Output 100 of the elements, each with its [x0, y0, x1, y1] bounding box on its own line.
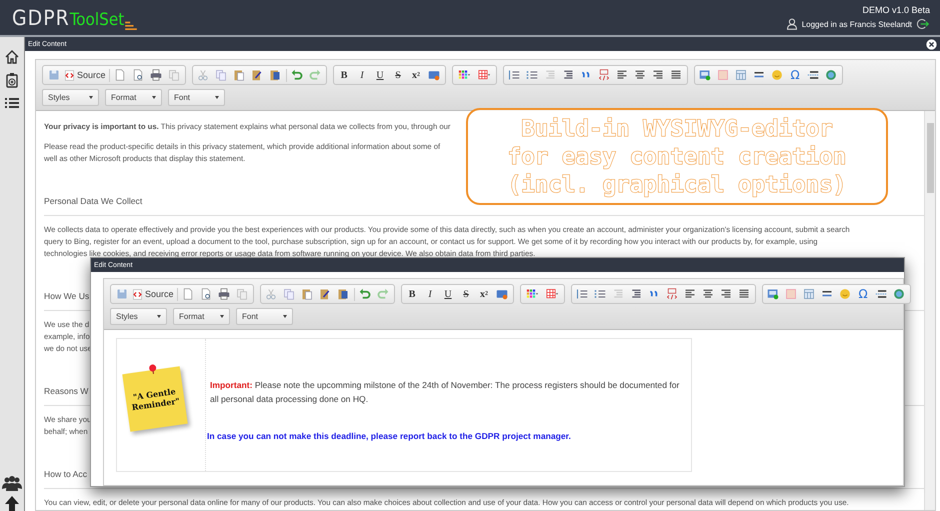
table-dropdown-icon [476, 69, 493, 81]
redo-icon [377, 288, 390, 300]
templates-icon [236, 288, 248, 300]
section-heading: How We Us [44, 291, 90, 301]
source-icon [132, 288, 143, 300]
logout-icon [916, 18, 930, 30]
undo-button[interactable] [358, 286, 373, 302]
source-icon [64, 70, 75, 80]
callout-text: Build-in WYSIWYG-editor for easy content creation (incl. graphical options) [508, 114, 846, 198]
save-icon [48, 69, 60, 81]
version-label: DEMO v1.0 Beta [862, 5, 930, 15]
caret-icon [157, 315, 161, 318]
outdent-icon [612, 288, 624, 300]
underline-button[interactable]: U [372, 68, 388, 82]
superscript-button[interactable]: x$^{2}$ [408, 68, 424, 82]
bold-button[interactable]: B [336, 68, 352, 82]
image-button[interactable] [766, 286, 781, 302]
align-center-icon [634, 69, 646, 81]
dropdown[interactable]: Format [173, 308, 230, 325]
clipboard-plus-icon [4, 72, 20, 88]
italic-button[interactable]: I [354, 68, 370, 82]
undo-icon [291, 69, 304, 81]
undo-button[interactable] [290, 68, 305, 82]
align-center-icon [702, 288, 714, 300]
copy-icon [215, 69, 228, 81]
outdent-icon [544, 69, 556, 81]
caret-icon [283, 315, 287, 318]
paste-icon [301, 288, 314, 300]
new-page-icon [182, 288, 194, 300]
numbered-list-button[interactable] [574, 286, 590, 302]
source-button[interactable]: Source [64, 68, 106, 82]
section-heading: Reasons W [44, 386, 88, 396]
special-character-button[interactable]: Ω [856, 286, 871, 302]
dropdown[interactable]: Styles [42, 89, 99, 106]
scrollbar[interactable] [924, 111, 935, 510]
justify-icon [670, 69, 682, 81]
user-icon [786, 18, 798, 30]
dropdown[interactable]: Font [236, 308, 293, 325]
image-button[interactable] [698, 68, 713, 82]
dropdown[interactable]: Format [105, 89, 162, 106]
remove-format-icon [496, 288, 508, 300]
print-button[interactable] [216, 286, 232, 302]
cut-icon [265, 288, 278, 300]
table-icon [803, 288, 816, 300]
paste-text-icon [251, 69, 264, 81]
strikethrough-button[interactable]: S [458, 286, 474, 302]
caret-icon [220, 315, 224, 318]
superscript-button[interactable]: x$^{2}$ [476, 286, 492, 302]
pushpin-icon [147, 363, 158, 375]
undo-icon [359, 288, 372, 300]
align-right-icon [652, 69, 664, 81]
paste-word-icon [337, 288, 350, 300]
paste-text-icon [319, 288, 332, 300]
print-icon [218, 288, 230, 300]
italic-button[interactable]: I [422, 286, 438, 302]
globe-icon [893, 288, 906, 300]
remove-format-icon [428, 69, 440, 81]
numbered-list-button[interactable] [506, 68, 522, 82]
div-container-icon [666, 288, 678, 300]
caret-icon [215, 96, 219, 99]
strikethrough-button[interactable]: S [390, 68, 406, 82]
page-break-icon [875, 288, 888, 300]
redo-icon [309, 69, 322, 81]
div-container-button[interactable] [596, 68, 612, 82]
bars-icon [124, 20, 138, 30]
indent-icon [630, 288, 642, 300]
sticky-note: "A Gentle Reminder" [122, 366, 188, 432]
div-container-button[interactable] [664, 286, 680, 302]
home-icon [4, 49, 20, 65]
bullet-list-icon [526, 69, 538, 81]
justify-icon [738, 288, 750, 300]
close-button[interactable] [926, 38, 937, 50]
bold-button[interactable]: B [404, 286, 420, 302]
list-icon [4, 95, 20, 111]
table-dropdown-icon [544, 288, 561, 300]
align-left-icon [684, 288, 696, 300]
dropdown[interactable]: Styles [110, 308, 167, 325]
numbered-list-icon [508, 69, 520, 81]
bullet-list-icon [594, 288, 606, 300]
new-page-icon [114, 69, 126, 81]
align-left-icon [616, 69, 628, 81]
table-icon [735, 69, 748, 81]
source-button[interactable]: Source [132, 286, 174, 302]
important-message: Important: Please note the upcomming milstone of the 24th of November: The process registers should be documented for all personal data processing done on HQ. [209, 379, 680, 406]
image-icon [699, 69, 712, 81]
section-heading: How to Acc [44, 469, 87, 479]
page-break-icon [807, 69, 820, 81]
underline-button[interactable]: U [440, 286, 456, 302]
print-icon [150, 69, 162, 81]
special-character-button[interactable]: Ω [788, 68, 803, 82]
align-right-icon [720, 288, 732, 300]
numbered-list-icon [576, 288, 588, 300]
dropdown[interactable]: Font [168, 89, 225, 106]
print-button[interactable] [148, 68, 164, 82]
image-icon [767, 288, 780, 300]
indent-icon [562, 69, 574, 81]
templates-icon [168, 69, 180, 81]
div-container-icon [598, 69, 610, 81]
preview-icon [200, 288, 212, 300]
paste-word-icon [269, 69, 282, 81]
